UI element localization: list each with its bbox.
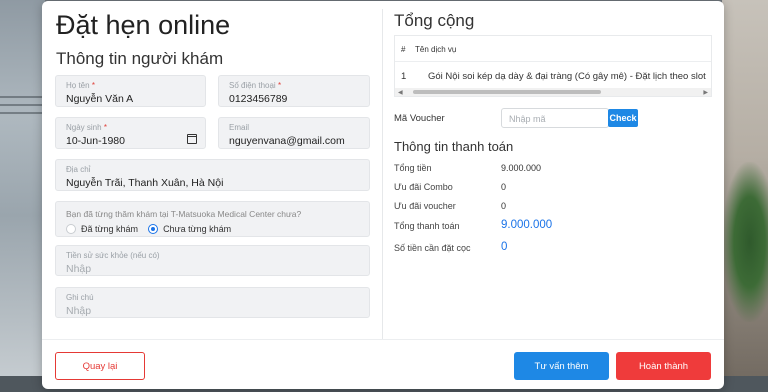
email-label: Email [229, 123, 250, 132]
radio-label: Đã từng khám [81, 224, 139, 234]
scroll-left-icon[interactable]: ◀ [398, 89, 403, 96]
scrollbar-thumb[interactable] [413, 90, 601, 94]
footer-divider [42, 339, 724, 340]
horizontal-scrollbar[interactable]: ◀ ▶ [395, 88, 711, 96]
health-history-field[interactable]: Tiền sử sức khỏe (nếu có) Nhập [55, 245, 370, 276]
deposit-value: 0 [501, 241, 508, 253]
phone-field[interactable]: Số điện thoại * 0123456789 [218, 75, 370, 107]
health-history-placeholder: Nhập [66, 263, 92, 275]
row-index: 1 [401, 71, 407, 82]
consult-button[interactable]: Tư vấn thêm [514, 352, 609, 380]
voucher-discount-label: Ưu đãi voucher [394, 201, 456, 211]
address-label: Địa chỉ [66, 165, 91, 174]
total-value: 9.000.000 [501, 163, 542, 173]
notes-placeholder: Nhập [66, 305, 92, 317]
service-table: # Tên dịch vụ 1 Gói Nội soi kép dạ dày &… [394, 35, 712, 97]
deposit-label: Số tiền cần đặt cọc [394, 243, 471, 253]
name-label: Họ tên * [66, 81, 95, 90]
voucher-discount-value: 0 [501, 201, 507, 211]
background-right-panel [722, 0, 768, 392]
dob-label: Ngày sinh * [66, 123, 107, 132]
phone-label: Số điện thoại * [229, 81, 282, 90]
visited-question-box: Bạn đã từng thăm khám tại T-Matsuoka Med… [55, 201, 370, 237]
column-header-index: # [401, 45, 406, 54]
address-field[interactable]: Địa chỉ Nguyễn Trãi, Thanh Xuân, Hà Nội [55, 159, 370, 191]
voucher-input[interactable] [502, 110, 608, 128]
table-row: 1 Gói Nội soi kép dạ dày & đại tràng (Có… [395, 63, 711, 87]
name-field[interactable]: Họ tên * Nguyễn Văn A [55, 75, 206, 107]
summary-title: Tổng cộng [394, 11, 475, 30]
column-divider [382, 9, 383, 339]
dob-value: 10-Jun-1980 [66, 135, 125, 147]
voucher-input-wrapper[interactable] [501, 108, 609, 128]
page-title: Đặt hẹn online [56, 10, 231, 40]
table-header: # Tên dịch vụ [395, 36, 711, 62]
dob-field[interactable]: Ngày sinh * 10-Jun-1980 [55, 117, 206, 149]
background-plant [722, 162, 768, 322]
column-header-service: Tên dịch vụ [415, 45, 457, 54]
address-value: Nguyễn Trãi, Thanh Xuân, Hà Nội [66, 177, 224, 189]
background-left-panel [0, 0, 45, 392]
notes-field[interactable]: Ghi chú Nhập [55, 287, 370, 318]
back-button[interactable]: Quay lại [55, 352, 145, 380]
radio-button-selected[interactable] [148, 224, 159, 234]
email-field[interactable]: Email nguyenvana@gmail.com [218, 117, 370, 149]
finish-button[interactable]: Hoàn thành [616, 352, 711, 380]
notes-label: Ghi chú [66, 293, 94, 302]
grand-total-value: 9.000.000 [501, 219, 553, 231]
email-value: nguyenvana@gmail.com [229, 135, 345, 147]
radio-label: Chưa từng khám [163, 224, 232, 234]
visited-question: Bạn đã từng thăm khám tại T-Matsuoka Med… [66, 209, 302, 219]
row-service-name: Gói Nội soi kép dạ dày & đại tràng (Có g… [428, 71, 706, 82]
total-label: Tổng tiền [394, 163, 432, 173]
health-history-label: Tiền sử sức khỏe (nếu có) [66, 251, 160, 260]
scroll-right-icon[interactable]: ▶ [703, 89, 708, 96]
grand-total-label: Tổng thanh toán [394, 221, 460, 231]
radio-visited-yes[interactable]: Đã từng khám [66, 224, 138, 234]
phone-value: 0123456789 [229, 93, 288, 105]
combo-discount-value: 0 [501, 182, 507, 192]
voucher-label: Mã Voucher [394, 113, 445, 124]
payment-title: Thông tin thanh toán [394, 139, 514, 154]
calendar-icon[interactable] [187, 134, 197, 144]
name-value: Nguyễn Văn A [66, 93, 134, 105]
check-voucher-button[interactable]: Check [608, 109, 638, 127]
section-title-patient-info: Thông tin người khám [56, 49, 224, 68]
combo-discount-label: Ưu đãi Combo [394, 182, 453, 192]
booking-modal: Đặt hẹn online Thông tin người khám Họ t… [42, 1, 724, 389]
radio-visited-no[interactable]: Chưa từng khám [148, 224, 231, 234]
radio-button[interactable] [66, 224, 76, 234]
visited-radio-group: Đã từng khám Chưa từng khám [66, 224, 231, 234]
